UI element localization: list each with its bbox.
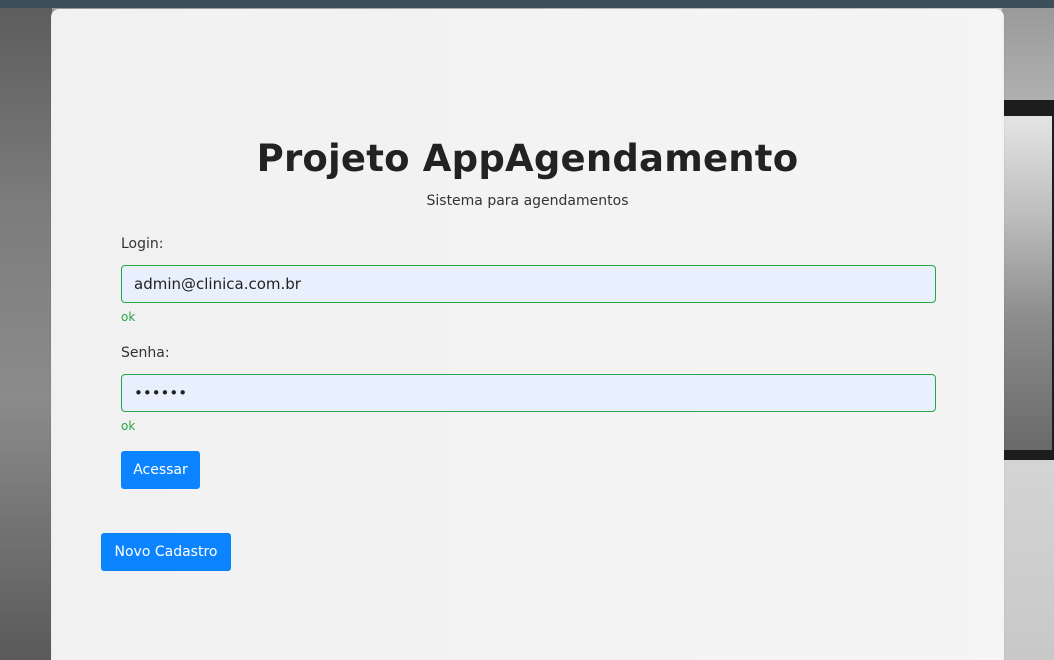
login-submit-button[interactable]: Acessar — [121, 451, 200, 489]
page-subtitle: Sistema para agendamentos — [426, 193, 629, 209]
background-photo-left — [0, 8, 52, 660]
page-title: Projeto AppAgendamento — [256, 137, 799, 180]
top-strip — [0, 0, 1054, 8]
password-label: Senha: — [121, 345, 170, 361]
password-input[interactable] — [121, 374, 936, 412]
login-label: Login: — [121, 236, 164, 252]
login-card: Projeto AppAgendamento Sistema para agen… — [51, 9, 1004, 660]
login-valid-feedback: ok — [121, 310, 136, 324]
password-valid-feedback: ok — [121, 419, 136, 433]
login-input[interactable] — [121, 265, 936, 303]
background-picture — [1004, 116, 1052, 450]
new-registration-button[interactable]: Novo Cadastro — [101, 533, 231, 571]
